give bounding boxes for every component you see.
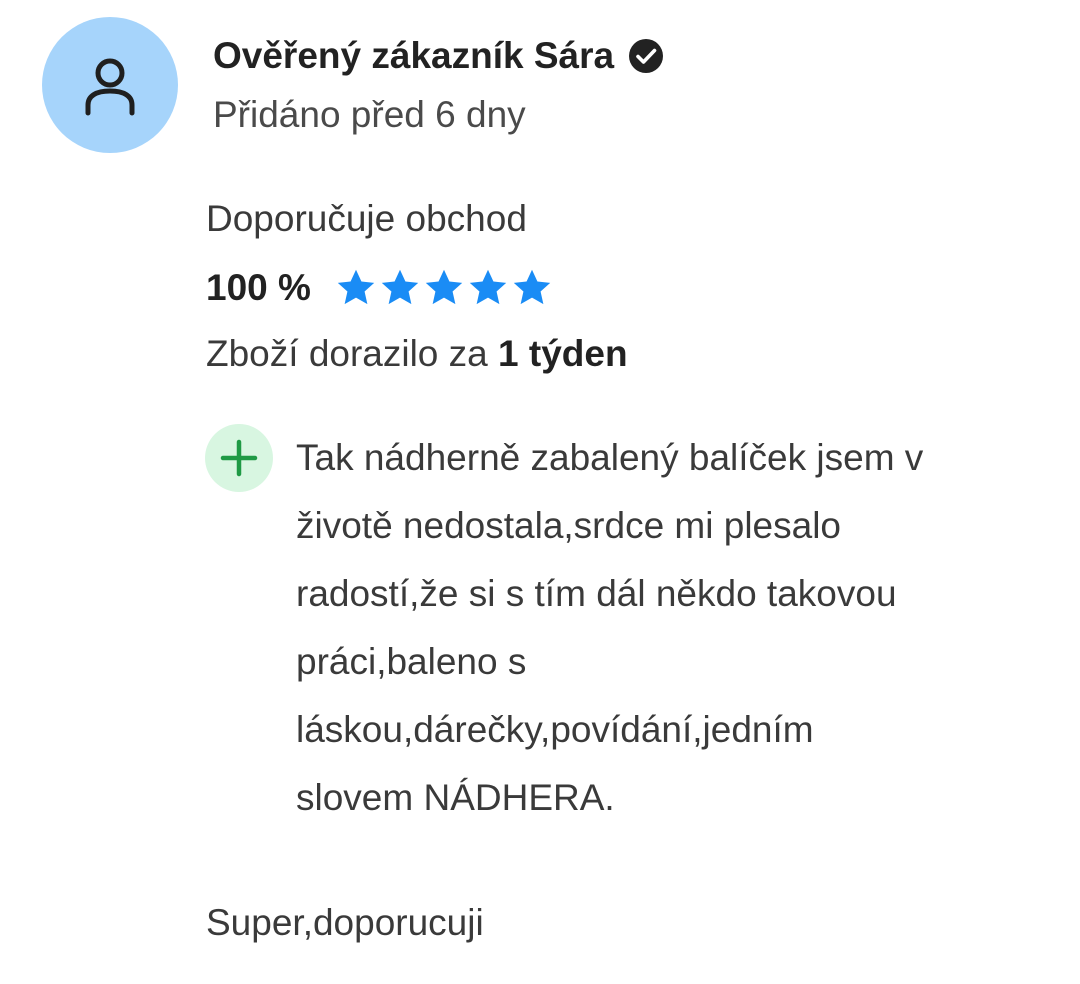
star-rating xyxy=(335,267,553,309)
avatar xyxy=(42,17,178,153)
star-icon xyxy=(469,269,507,305)
recommend-percent: 100 % xyxy=(206,267,311,308)
plus-icon xyxy=(220,439,258,477)
delivery-prefix: Zboží dorazilo za xyxy=(206,333,488,374)
delivery-info: Zboží dorazilo za 1 týden xyxy=(206,333,628,375)
user-icon xyxy=(85,58,135,116)
rating-row: 100 % xyxy=(206,264,553,312)
author-row: Ověřený zákazník Sára xyxy=(213,30,664,82)
author-name: Ověřený zákazník Sára xyxy=(213,35,615,76)
recommends-label: Doporučuje obchod xyxy=(206,198,527,239)
delivery-value: 1 týden xyxy=(498,333,628,374)
positive-review-text: Tak nádherně zabalený balíček jsem v živ… xyxy=(296,437,924,818)
star-icon xyxy=(513,269,551,305)
verified-check-icon xyxy=(629,39,664,73)
positive-badge xyxy=(205,424,273,492)
star-icon xyxy=(381,269,419,305)
review-comment: Super,doporucuji xyxy=(206,902,484,943)
star-icon xyxy=(337,269,375,305)
review-date: Přidáno před 6 dny xyxy=(213,94,526,135)
star-icon xyxy=(425,269,463,305)
